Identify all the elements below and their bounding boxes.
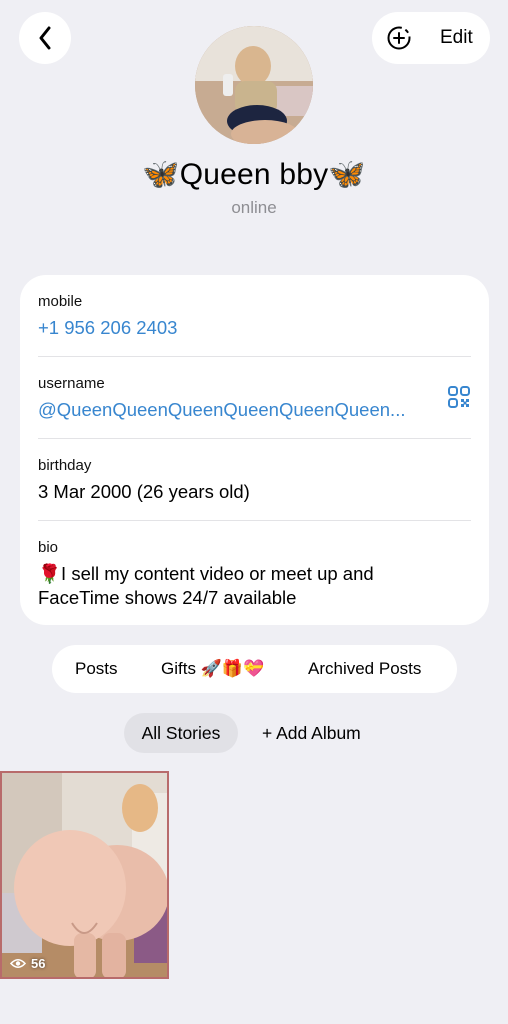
online-status: online [231,198,277,217]
add-album-button[interactable]: + Add Album [262,723,361,744]
chevron-left-icon [39,26,51,50]
edit-button[interactable]: Edit [440,27,473,49]
mobile-label: mobile [38,293,83,310]
profile-name: 🦋Queen bby🦋 [142,158,366,191]
story-views: 56 [10,956,45,971]
birthday-label: birthday [38,457,92,474]
avatar[interactable] [195,26,313,144]
avatar-image [195,26,313,144]
header-actions: Edit [372,12,490,64]
tab-posts[interactable]: Posts [75,659,118,679]
mobile-row[interactable]: mobile +1 956 206 2403 [38,293,471,340]
divider [38,438,471,439]
qr-code-icon[interactable] [447,385,471,409]
username-label: username [38,375,105,392]
username-row[interactable]: username @QueenQueenQueenQueenQueenQueen… [38,375,471,422]
eye-icon [10,958,26,969]
story-filters: All Stories + Add Album [0,713,508,753]
add-story-icon[interactable] [386,25,412,51]
story-image [2,773,167,977]
tab-gifts[interactable]: Gifts 🚀🎁💝 [161,659,264,679]
divider [38,356,471,357]
bio-row: bio 🌹I sell my content video or meet up … [38,539,471,610]
content-tabs: Posts Gifts 🚀🎁💝 Archived Posts [52,645,457,693]
birthday-row: birthday 3 Mar 2000 (26 years old) [38,457,471,504]
bio-label: bio [38,539,59,556]
back-button[interactable] [19,12,71,64]
bio-value: 🌹I sell my content video or meet up and … [38,563,374,608]
divider [38,520,471,521]
birthday-value: 3 Mar 2000 (26 years old) [38,481,250,502]
username-value[interactable]: @QueenQueenQueenQueenQueenQueen... [38,398,434,422]
mobile-value[interactable]: +1 956 206 2403 [38,316,471,340]
all-stories-chip[interactable]: All Stories [124,713,238,753]
tab-archived-posts[interactable]: Archived Posts [308,659,421,679]
views-count: 56 [31,956,46,971]
info-card: mobile +1 956 206 2403 username @QueenQu… [20,275,489,625]
story-thumbnail[interactable]: 56 [0,771,169,979]
